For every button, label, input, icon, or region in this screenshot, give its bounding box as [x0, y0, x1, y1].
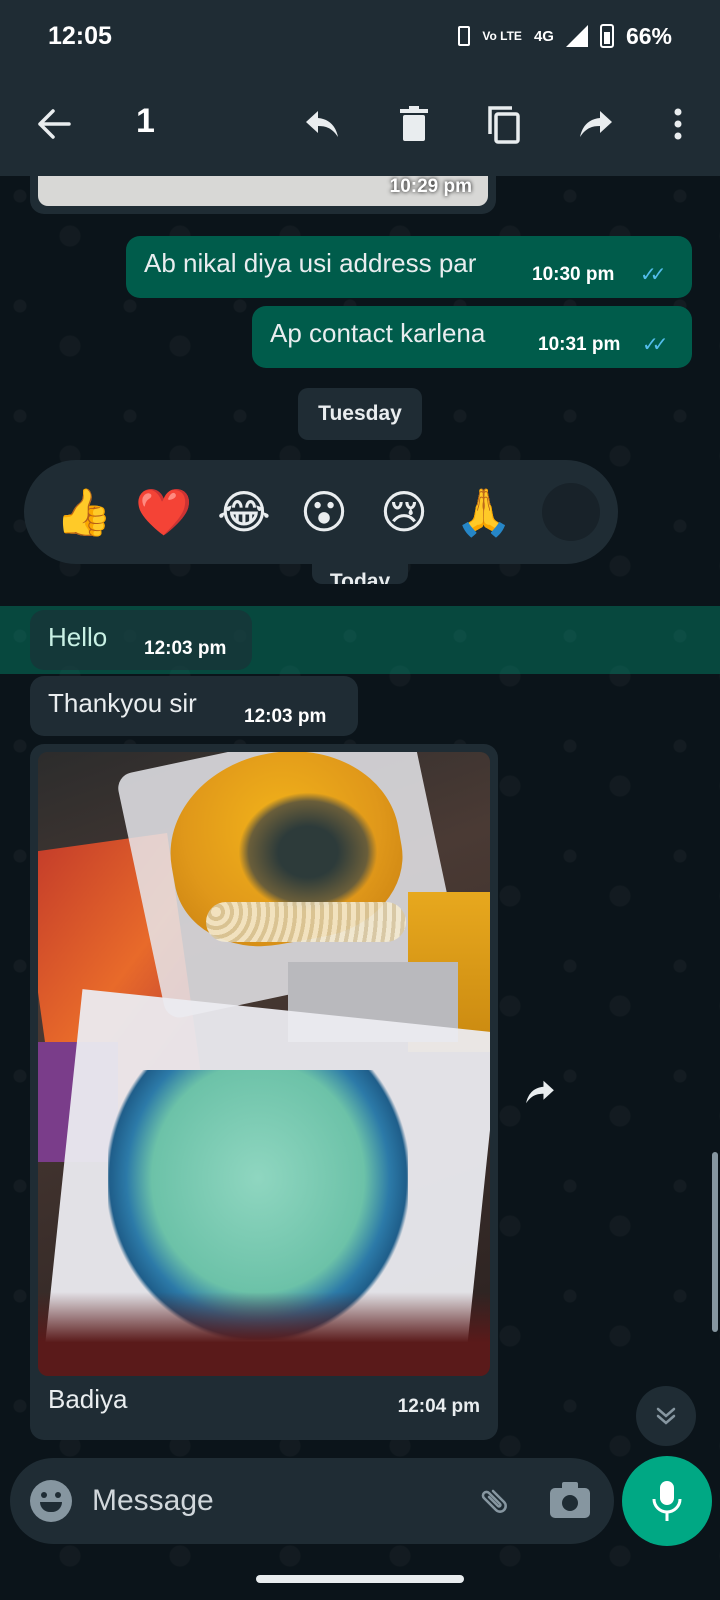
date-divider-label: Today: [329, 570, 391, 584]
share-forward-icon[interactable]: [520, 1072, 560, 1112]
read-ticks-icon: ✓✓: [640, 264, 666, 286]
battery-icon: [599, 24, 614, 48]
mic-icon: [652, 1481, 682, 1521]
volte-label: Vo LTE: [482, 29, 522, 43]
reaction-thumbs-up[interactable]: 👍: [48, 476, 120, 548]
signal-icon: [565, 25, 588, 47]
reaction-picker: 👍 ❤️ 😂 😮 😢 🙏: [24, 460, 618, 564]
message-time: 12:03 pm: [144, 638, 227, 659]
message-text: Ab nikal diya usi address par: [144, 248, 477, 278]
outgoing-message[interactable]: Ap contact karlena 10:31 pm ✓✓: [252, 306, 692, 368]
gesture-nav-handle[interactable]: [256, 1575, 464, 1583]
date-divider: Tuesday: [298, 388, 422, 440]
more-reactions-button[interactable]: [542, 483, 600, 541]
reaction-heart[interactable]: ❤️: [128, 476, 200, 548]
selection-action-bar: 1: [0, 72, 720, 176]
status-time: 12:05: [48, 21, 112, 50]
incoming-message[interactable]: Thankyou sir 12:03 pm: [30, 676, 358, 736]
reply-icon[interactable]: [292, 94, 352, 154]
message-input[interactable]: [92, 1478, 432, 1524]
image-photo[interactable]: [38, 752, 490, 1376]
image-message[interactable]: Badiya 12:04 pm: [30, 744, 498, 1440]
scroll-to-bottom-button[interactable]: [636, 1386, 696, 1446]
copy-icon[interactable]: [474, 94, 534, 154]
outgoing-message[interactable]: Ab nikal diya usi address par 10:30 pm ✓…: [126, 236, 692, 298]
attach-icon[interactable]: [462, 1468, 527, 1533]
message-time: 10:31 pm: [538, 334, 621, 355]
status-bar: 12:05 Vo LTE 4G 66%: [0, 0, 720, 72]
vibrate-icon: [458, 26, 471, 46]
battery-percent: 66%: [625, 22, 672, 49]
message-time: 10:30 pm: [532, 264, 615, 285]
status-icons: Vo LTE 4G 66%: [458, 23, 672, 50]
double-chevron-down-icon: [656, 1407, 676, 1425]
message-time: 10:29 pm: [389, 176, 472, 197]
message-time: 12:04 pm: [397, 1396, 480, 1417]
message-composer: [10, 1458, 614, 1544]
message-text: Ap contact karlena: [270, 318, 486, 348]
back-arrow-icon[interactable]: [24, 94, 84, 154]
message-text: Hello: [48, 622, 108, 652]
emoji-icon[interactable]: [30, 1480, 72, 1522]
incoming-message[interactable]: Hello 12:03 pm: [30, 610, 252, 670]
mic-button[interactable]: [622, 1456, 712, 1546]
reaction-surprised[interactable]: 😮: [288, 476, 360, 548]
camera-icon[interactable]: [550, 1480, 594, 1520]
reaction-pray[interactable]: 🙏: [448, 476, 520, 548]
forward-icon[interactable]: [566, 94, 626, 154]
image-caption: Badiya: [48, 1384, 128, 1414]
reaction-laugh[interactable]: 😂: [208, 476, 280, 548]
chat-area[interactable]: 10:29 pm Ab nikal diya usi address par 1…: [0, 176, 720, 1452]
delete-icon[interactable]: [384, 94, 444, 154]
more-icon[interactable]: [648, 94, 708, 154]
network-type: 4G: [533, 27, 554, 45]
image-message[interactable]: 10:29 pm: [30, 176, 496, 214]
message-time: 12:03 pm: [244, 706, 327, 727]
selected-count: 1: [136, 102, 155, 140]
message-text: Thankyou sir: [48, 688, 197, 718]
reaction-sad[interactable]: 😢: [368, 476, 440, 548]
read-ticks-icon: ✓✓: [642, 334, 668, 356]
scrollbar[interactable]: [712, 1152, 718, 1332]
